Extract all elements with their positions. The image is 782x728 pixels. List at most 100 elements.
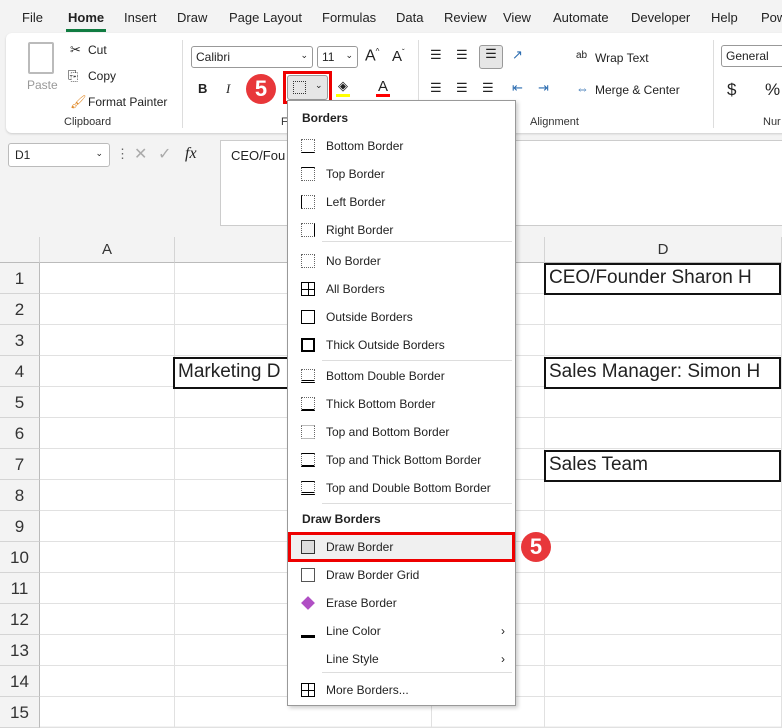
- insert-function-button[interactable]: fx: [185, 145, 197, 163]
- tab-review[interactable]: Review: [444, 10, 487, 25]
- wrap-text-button[interactable]: Wrap Text: [595, 51, 649, 65]
- borders-button[interactable]: ⌄: [287, 75, 328, 100]
- align-bottom-icon[interactable]: ☰: [479, 45, 503, 69]
- cell-d2[interactable]: [545, 294, 782, 325]
- cell-d11[interactable]: [545, 573, 782, 604]
- tab-formulas[interactable]: Formulas: [322, 10, 376, 25]
- cell-d9[interactable]: [545, 511, 782, 542]
- format-painter-button[interactable]: Format Painter: [88, 95, 167, 109]
- cell-d6[interactable]: [545, 418, 782, 449]
- tab-home[interactable]: Home: [68, 10, 104, 25]
- font-size-select[interactable]: 11 ⌄: [317, 46, 358, 68]
- menu-item-draw-border-grid[interactable]: Draw Border Grid: [288, 561, 515, 589]
- number-format-select[interactable]: General: [721, 45, 782, 67]
- menu-item-all-borders[interactable]: All Borders: [288, 275, 515, 303]
- cell-d14[interactable]: [545, 666, 782, 697]
- tab-view[interactable]: View: [503, 10, 531, 25]
- paste-icon[interactable]: [28, 42, 54, 74]
- cell-a4[interactable]: [40, 356, 175, 387]
- menu-item-outside-borders[interactable]: Outside Borders: [288, 303, 515, 331]
- row-header-14[interactable]: 14: [0, 666, 40, 697]
- row-header-2[interactable]: 2: [0, 294, 40, 325]
- tab-page-layout[interactable]: Page Layout: [229, 10, 302, 25]
- enter-icon[interactable]: ✓: [158, 144, 171, 164]
- menu-item-top-and-thick-bottom-border[interactable]: Top and Thick Bottom Border: [288, 446, 515, 474]
- percent-button[interactable]: %: [765, 80, 780, 100]
- row-header-9[interactable]: 9: [0, 511, 40, 542]
- cell-a8[interactable]: [40, 480, 175, 511]
- copy-button[interactable]: Copy: [88, 69, 116, 83]
- cell-a2[interactable]: [40, 294, 175, 325]
- cell-a10[interactable]: [40, 542, 175, 573]
- cell-a14[interactable]: [40, 666, 175, 697]
- menu-item-right-border[interactable]: Right Border: [288, 216, 515, 244]
- row-header-4[interactable]: 4: [0, 356, 40, 387]
- menu-item-erase-border[interactable]: Erase Border: [288, 589, 515, 617]
- align-left-icon[interactable]: ☰: [430, 80, 442, 96]
- decrease-font-icon[interactable]: Aˇ: [392, 48, 405, 65]
- paste-button[interactable]: Paste: [27, 78, 58, 92]
- align-middle-icon[interactable]: ☰: [456, 47, 468, 63]
- cell-a9[interactable]: [40, 511, 175, 542]
- cell-a12[interactable]: [40, 604, 175, 635]
- menu-item-top-border[interactable]: Top Border: [288, 160, 515, 188]
- menu-item-no-border[interactable]: No Border: [288, 247, 515, 275]
- cell-d3[interactable]: [545, 325, 782, 356]
- row-header-11[interactable]: 11: [0, 573, 40, 604]
- cell-d8[interactable]: [545, 480, 782, 511]
- menu-item-top-and-double-bottom-border[interactable]: Top and Double Bottom Border: [288, 474, 515, 502]
- select-all-corner[interactable]: [0, 237, 40, 263]
- cell-d7[interactable]: Sales Team: [544, 450, 781, 482]
- currency-button[interactable]: $: [727, 80, 736, 100]
- menu-item-thick-outside-borders[interactable]: Thick Outside Borders: [288, 331, 515, 359]
- menu-item-draw-border[interactable]: Draw Border: [288, 533, 515, 561]
- merge-center-button[interactable]: Merge & Center: [595, 83, 680, 97]
- italic-button[interactable]: I: [226, 81, 230, 97]
- menu-item-thick-bottom-border[interactable]: Thick Bottom Border: [288, 390, 515, 418]
- cell-a3[interactable]: [40, 325, 175, 356]
- decrease-indent-icon[interactable]: ⇤: [512, 80, 523, 96]
- font-name-select[interactable]: Calibri ⌄: [191, 46, 313, 68]
- menu-item-left-border[interactable]: Left Border: [288, 188, 515, 216]
- cell-d1[interactable]: CEO/Founder Sharon H: [544, 263, 781, 295]
- cell-b4[interactable]: Marketing D: [173, 357, 303, 389]
- row-header-3[interactable]: 3: [0, 325, 40, 356]
- cell-a1[interactable]: [40, 263, 175, 294]
- fill-color-icon[interactable]: ◈: [338, 78, 348, 94]
- row-header-13[interactable]: 13: [0, 635, 40, 666]
- align-right-icon[interactable]: ☰: [482, 80, 494, 96]
- row-header-10[interactable]: 10: [0, 542, 40, 573]
- increase-indent-icon[interactable]: ⇥: [538, 80, 549, 96]
- orientation-icon[interactable]: ↗: [512, 47, 523, 63]
- cell-a7[interactable]: [40, 449, 175, 480]
- menu-item-top-and-bottom-border[interactable]: Top and Bottom Border: [288, 418, 515, 446]
- cell-a11[interactable]: [40, 573, 175, 604]
- column-header-a[interactable]: A: [40, 237, 175, 263]
- tab-data[interactable]: Data: [396, 10, 423, 25]
- bold-button[interactable]: B: [198, 81, 207, 96]
- cell-a6[interactable]: [40, 418, 175, 449]
- cut-button[interactable]: Cut: [88, 43, 107, 57]
- tab-help[interactable]: Help: [711, 10, 738, 25]
- align-top-icon[interactable]: ☰: [430, 47, 442, 63]
- column-header-d[interactable]: D: [545, 237, 782, 263]
- row-header-6[interactable]: 6: [0, 418, 40, 449]
- menu-item-more-borders[interactable]: More Borders...: [288, 676, 515, 704]
- cell-d15[interactable]: [545, 697, 782, 728]
- tab-automate[interactable]: Automate: [553, 10, 609, 25]
- row-header-7[interactable]: 7: [0, 449, 40, 480]
- cell-d13[interactable]: [545, 635, 782, 666]
- increase-font-icon[interactable]: A^: [365, 47, 379, 65]
- font-color-icon[interactable]: A: [378, 78, 388, 95]
- row-header-15[interactable]: 15: [0, 697, 40, 728]
- menu-item-bottom-double-border[interactable]: Bottom Double Border: [288, 362, 515, 390]
- row-header-8[interactable]: 8: [0, 480, 40, 511]
- row-header-12[interactable]: 12: [0, 604, 40, 635]
- cell-a15[interactable]: [40, 697, 175, 728]
- cell-a5[interactable]: [40, 387, 175, 418]
- cell-a13[interactable]: [40, 635, 175, 666]
- tab-power[interactable]: Pow: [761, 10, 782, 25]
- name-box[interactable]: D1 ⌄: [8, 143, 110, 167]
- row-header-5[interactable]: 5: [0, 387, 40, 418]
- menu-item-bottom-border[interactable]: Bottom Border: [288, 132, 515, 160]
